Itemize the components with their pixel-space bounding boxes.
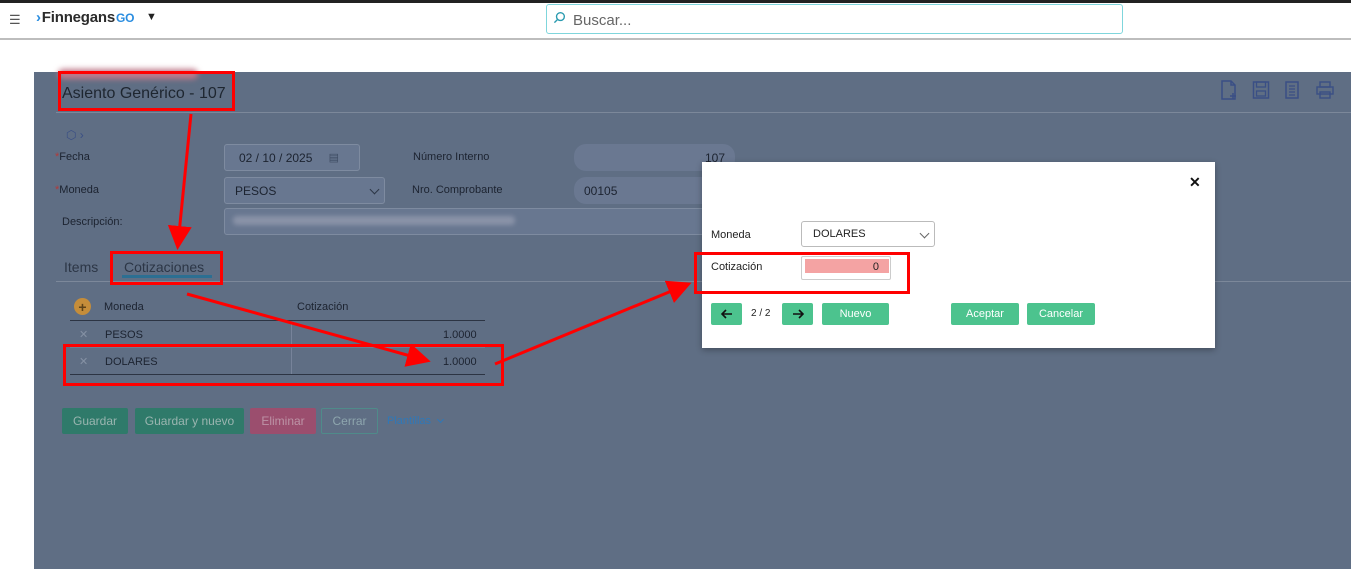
- annotation-arrows: [167, 113, 692, 367]
- annotation-arrow: [186, 292, 431, 367]
- annotation-arrow: [167, 113, 193, 250]
- annotation-arrow: [494, 280, 692, 366]
